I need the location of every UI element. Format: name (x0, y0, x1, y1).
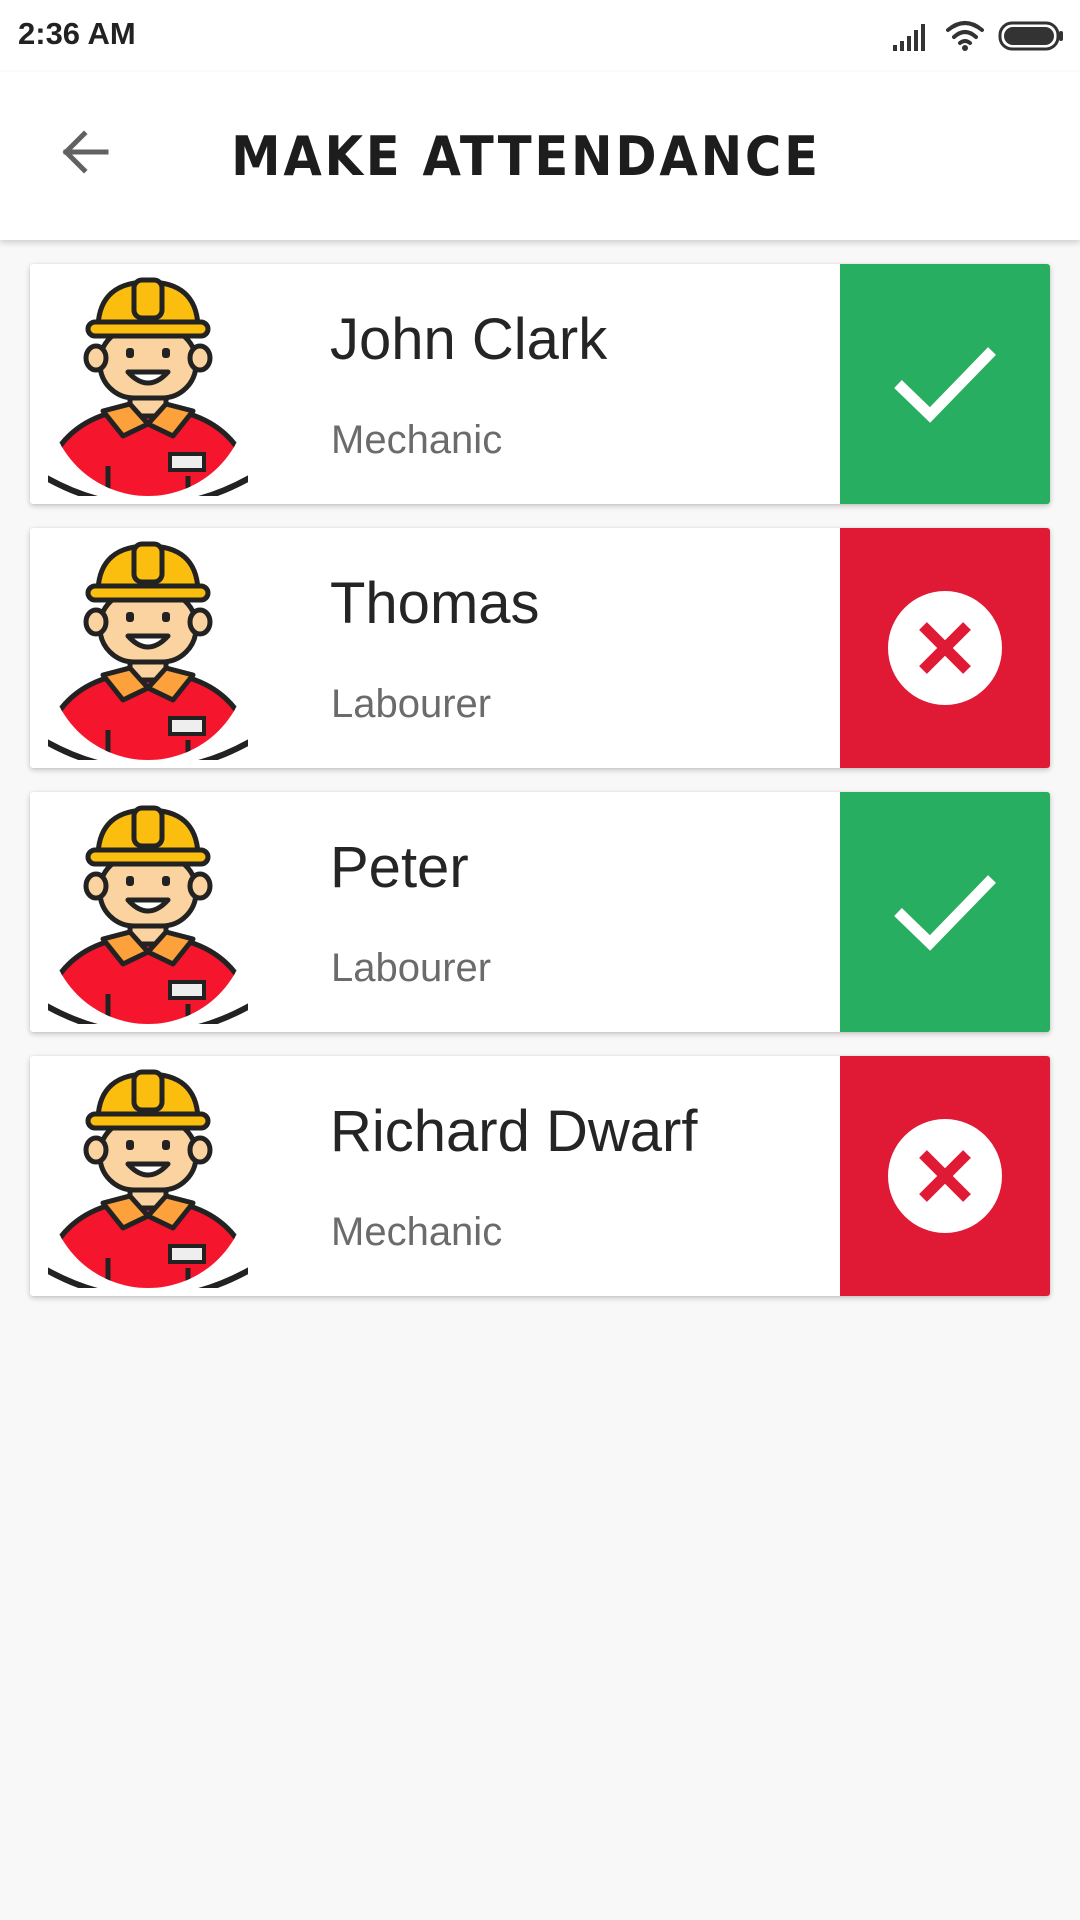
worker-card: Peter Labourer (30, 792, 1050, 1032)
page-title: MAKE ATTENDANCE (231, 124, 821, 188)
attendance-absent-button[interactable] (840, 1056, 1050, 1296)
close-circle-icon (888, 591, 1002, 705)
worker-role: Labourer (331, 682, 492, 726)
worker-role: Mechanic (331, 1210, 503, 1254)
close-circle-icon (888, 1119, 1002, 1233)
worker-avatar-icon (48, 805, 248, 1024)
attendance-present-button[interactable] (840, 792, 1050, 1032)
worker-card: Thomas Labourer (30, 528, 1050, 768)
worker-avatar-icon (48, 277, 248, 496)
status-icons (892, 18, 1064, 54)
status-time: 2:36 AM (18, 16, 136, 51)
check-icon (894, 875, 996, 951)
attendance-list: John Clark Mechanic Thomas Labourer Pete… (30, 264, 1050, 1320)
wifi-icon (946, 21, 984, 51)
worker-card: Richard Dwarf Mechanic (30, 1056, 1050, 1296)
worker-avatar-icon (48, 541, 248, 760)
signal-icon (893, 24, 925, 51)
app-bar: MAKE ATTENDANCE (0, 72, 1080, 240)
worker-role: Mechanic (331, 418, 503, 462)
attendance-absent-button[interactable] (840, 528, 1050, 768)
attendance-present-button[interactable] (840, 264, 1050, 504)
worker-role: Labourer (331, 946, 492, 990)
worker-card: John Clark Mechanic (30, 264, 1050, 504)
check-icon (894, 347, 996, 423)
worker-avatar-icon (48, 1069, 248, 1288)
worker-name: Thomas (330, 571, 540, 636)
status-bar: 2:36 AM (0, 0, 1080, 72)
worker-name: Richard Dwarf (330, 1099, 698, 1164)
worker-name: John Clark (330, 307, 608, 372)
worker-name: Peter (330, 835, 469, 900)
battery-icon (998, 21, 1063, 51)
